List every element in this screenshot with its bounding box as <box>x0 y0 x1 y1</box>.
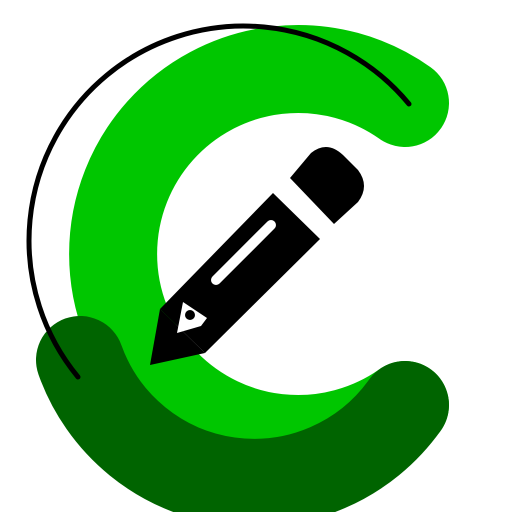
pencil-eraser <box>290 146 364 224</box>
pencil-tip-point <box>185 310 195 320</box>
pencil-icon <box>150 146 364 365</box>
app-logo <box>26 23 449 512</box>
